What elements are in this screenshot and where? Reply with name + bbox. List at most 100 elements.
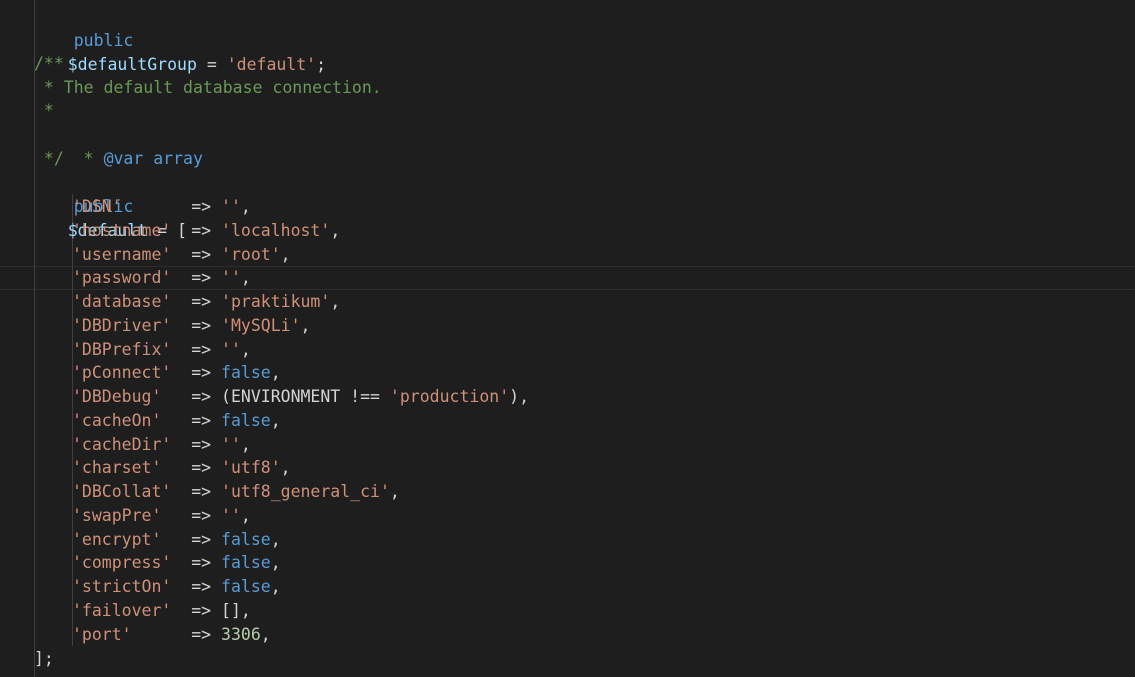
padding [161, 387, 181, 406]
doc-tag: @var [103, 148, 144, 168]
config-value: '' [221, 268, 241, 288]
padding [171, 435, 181, 454]
padding [161, 530, 181, 549]
padding [171, 221, 181, 240]
config-line[interactable]: 'DSN' => '', [72, 195, 251, 219]
config-line[interactable]: 'database' => 'praktikum', [72, 290, 340, 314]
arrow-operator: => [181, 220, 222, 240]
config-line[interactable]: 'DBDebug' => (ENVIRONMENT !== 'productio… [72, 385, 529, 409]
padding [161, 458, 181, 477]
config-value: false [221, 410, 271, 430]
comment-line[interactable]: * The default database connection. [34, 76, 382, 100]
config-value: '' [221, 434, 241, 454]
config-value: '' [221, 505, 241, 525]
config-value: false [221, 553, 271, 573]
config-key: 'strictOn' [72, 577, 172, 596]
punctuation: , [270, 529, 281, 549]
arrow-operator: => [181, 434, 222, 454]
config-value: 'praktikum' [221, 292, 331, 311]
comment-line[interactable]: * [34, 99, 54, 123]
padding [171, 482, 181, 501]
code-line[interactable]: ]; [34, 647, 54, 671]
config-line[interactable]: 'swapPre' => '', [72, 504, 251, 528]
config-value: false [221, 577, 271, 596]
arrow-operator: => [181, 600, 222, 620]
arrow-operator: => [181, 197, 222, 216]
config-key: 'failover' [72, 600, 172, 620]
config-value: false [221, 529, 271, 549]
config-line[interactable]: 'cacheDir' => '', [72, 433, 251, 457]
config-line[interactable]: 'failover' => [], [72, 599, 251, 623]
config-line[interactable]: 'DBPrefix' => '', [72, 338, 251, 362]
padding [171, 577, 181, 596]
punctuation: , [270, 553, 281, 573]
padding [171, 268, 181, 287]
config-key: 'hostname' [72, 220, 172, 240]
config-line[interactable]: 'strictOn' => false, [72, 575, 281, 599]
config-line[interactable]: 'DBCollat' => 'utf8_general_ci', [72, 480, 400, 504]
config-line[interactable]: 'username' => 'root', [72, 243, 291, 267]
config-value: (ENVIRONMENT !== [221, 387, 390, 406]
arrow-operator: => [181, 292, 222, 311]
arrow-operator: => [181, 387, 222, 406]
arrow-operator: => [181, 268, 222, 288]
string: 'default' [226, 54, 317, 74]
padding [171, 363, 181, 382]
config-value: 'utf8' [221, 458, 281, 478]
padding [161, 411, 181, 430]
code-line[interactable]: public $default = [ [34, 171, 187, 240]
config-line[interactable]: 'cacheOn' => false, [72, 409, 281, 433]
comment-line[interactable]: * @var array [34, 123, 203, 168]
punctuation: , [240, 505, 251, 525]
config-key: 'pConnect' [72, 363, 172, 383]
padding [171, 601, 181, 620]
padding [171, 553, 181, 572]
arrow-operator: => [181, 410, 222, 430]
punctuation: ; [316, 54, 327, 74]
punctuation: , [240, 339, 251, 359]
padding [171, 245, 181, 264]
config-value: 3306 [221, 624, 261, 644]
config-line[interactable]: 'compress' => false, [72, 551, 281, 575]
punctuation: , [240, 600, 251, 620]
config-value-string: 'production' [389, 387, 510, 406]
config-key: 'compress' [72, 553, 172, 573]
punctuation: , [389, 482, 400, 501]
code-line[interactable]: public $defaultGroup = 'default'; [34, 5, 326, 74]
arrow-operator: => [181, 244, 222, 264]
punctuation: , [260, 624, 271, 644]
arrow-operator: => [181, 363, 222, 383]
padding [171, 292, 181, 311]
comment-line[interactable]: /** [34, 52, 64, 76]
config-key: 'DBDebug' [72, 387, 162, 406]
padding [122, 197, 182, 216]
punctuation: , [280, 458, 291, 478]
comment-line[interactable]: */ [34, 147, 64, 171]
config-key: 'password' [72, 268, 172, 288]
operator: = [196, 54, 227, 74]
config-line[interactable]: 'pConnect' => false, [72, 361, 281, 385]
arrow-operator: => [181, 529, 222, 549]
punctuation: , [330, 220, 341, 240]
arrow-operator: => [181, 458, 222, 478]
punctuation: , [270, 410, 281, 430]
punctuation: , [240, 268, 251, 288]
config-line[interactable]: 'encrypt' => false, [72, 528, 281, 552]
code-editor[interactable]: public $defaultGroup = 'default'; /** * … [0, 0, 1135, 677]
arrow-operator: => [181, 553, 222, 573]
config-line[interactable]: 'hostname' => 'localhost', [72, 219, 340, 243]
config-line[interactable]: 'password' => '', [72, 266, 251, 290]
doc-type: array [143, 148, 203, 168]
config-line[interactable]: 'charset' => 'utf8', [72, 456, 291, 480]
config-key: 'database' [72, 292, 172, 311]
config-line[interactable]: 'DBDriver' => 'MySQLi', [72, 314, 310, 338]
config-value: 'MySQLi' [221, 315, 301, 335]
config-value: false [221, 363, 271, 383]
punctuation: , [240, 434, 251, 454]
arrow-operator: => [181, 339, 222, 359]
config-key: 'encrypt' [72, 529, 162, 549]
config-line[interactable]: 'port' => 3306, [72, 623, 271, 647]
padding [171, 316, 181, 335]
padding [132, 625, 182, 644]
config-key: 'swapPre' [72, 505, 162, 525]
